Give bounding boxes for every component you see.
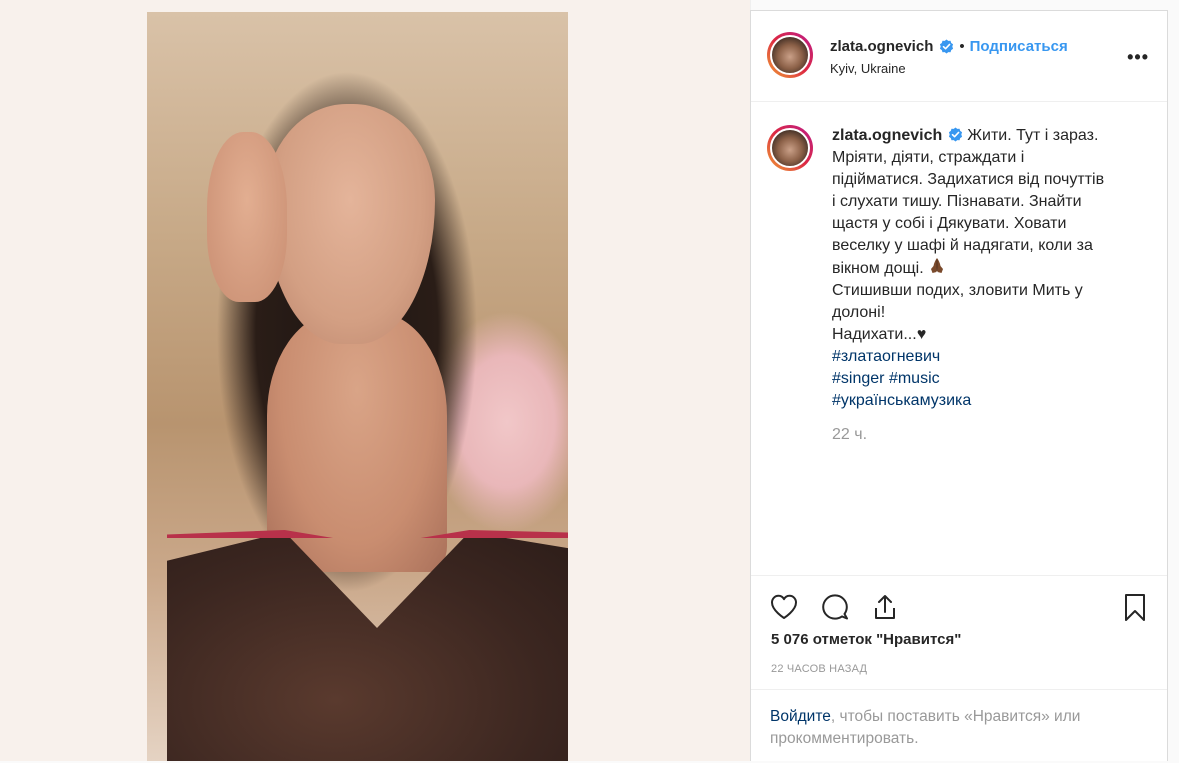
heart-icon[interactable] <box>767 590 801 624</box>
header-separator: • <box>959 38 965 55</box>
caption-line: щастя у собі і Дякувати. Ховати <box>832 215 1067 232</box>
avatar-image <box>770 128 810 168</box>
author-avatar[interactable] <box>767 32 813 78</box>
caption-line: Мріяти, діяти, страждати і <box>832 149 1025 166</box>
author-username[interactable]: zlata.ognevich <box>830 38 933 55</box>
posted-timestamp[interactable]: 22 часов назад <box>771 663 867 675</box>
post-header: zlata.ognevich • Подписаться Kyiv, Ukrai… <box>751 11 1167 102</box>
verified-badge-icon <box>940 39 954 54</box>
caption-line: долоні! <box>832 304 886 321</box>
caption-author-avatar[interactable] <box>767 125 813 171</box>
login-link[interactable]: Войдите <box>770 708 831 725</box>
caption-line: підійматися. Задихатися від почуттів <box>832 171 1105 188</box>
hashtag-link[interactable]: #українськамузика <box>832 390 1142 412</box>
caption-line: Стишивши подих, зловити Мить у <box>832 282 1083 299</box>
bookmark-icon[interactable] <box>1118 590 1152 624</box>
caption-username[interactable]: zlata.ognevich <box>832 127 942 144</box>
post-caption: zlata.ognevich Жити. Тут і зараз. Мріяти… <box>832 125 1142 412</box>
more-options-icon[interactable]: ••• <box>1127 47 1149 68</box>
caption-line-with-emoji: вікном дощі. <box>832 257 1142 280</box>
login-prompt-text: Войдите, чтобы поставить «Нравится» или … <box>770 706 1150 750</box>
photo-hand <box>207 132 287 302</box>
header-title-row: zlata.ognevich • Подписаться <box>830 38 1068 55</box>
hashtag-link[interactable]: #music <box>889 370 940 387</box>
caption-time-ago[interactable]: 22 ч. <box>832 426 867 444</box>
hashtag-link[interactable]: #singer <box>832 370 884 387</box>
caption-line: веселку у шафі й надягати, коли за <box>832 237 1093 254</box>
follow-button[interactable]: Подписаться <box>970 38 1068 55</box>
post-media-area <box>0 0 751 761</box>
login-prompt: Войдите, чтобы поставить «Нравится» или … <box>751 689 1167 763</box>
avatar-image <box>770 35 810 75</box>
comment-icon[interactable] <box>818 590 852 624</box>
hashtag-link[interactable]: #златаогневич <box>832 346 1142 368</box>
verified-badge-icon <box>949 127 963 142</box>
caption-line: Жити. Тут і зараз. <box>967 127 1099 144</box>
caption-line: Надихати...♥ <box>832 326 927 343</box>
post-actions-bar <box>751 575 1167 636</box>
hashtag-row: #singer #music <box>832 368 1142 390</box>
post-sidebar: zlata.ognevich • Подписаться Kyiv, Ukrai… <box>750 10 1168 761</box>
praying-hands-emoji-icon <box>931 258 944 273</box>
caption-line: і слухати тишу. Пізнавати. Знайти <box>832 193 1082 210</box>
post-photo[interactable] <box>147 12 568 761</box>
post-location[interactable]: Kyiv, Ukraine <box>830 61 906 76</box>
caption-line-text: вікном дощі. <box>832 260 924 277</box>
instagram-post: zlata.ognevich • Подписаться Kyiv, Ukrai… <box>0 0 1179 761</box>
likes-count[interactable]: 5 076 отметок "Нравится" <box>771 631 961 648</box>
share-icon[interactable] <box>868 590 902 624</box>
caption-comment: zlata.ognevich Жити. Тут і зараз. Мріяти… <box>751 102 1167 562</box>
